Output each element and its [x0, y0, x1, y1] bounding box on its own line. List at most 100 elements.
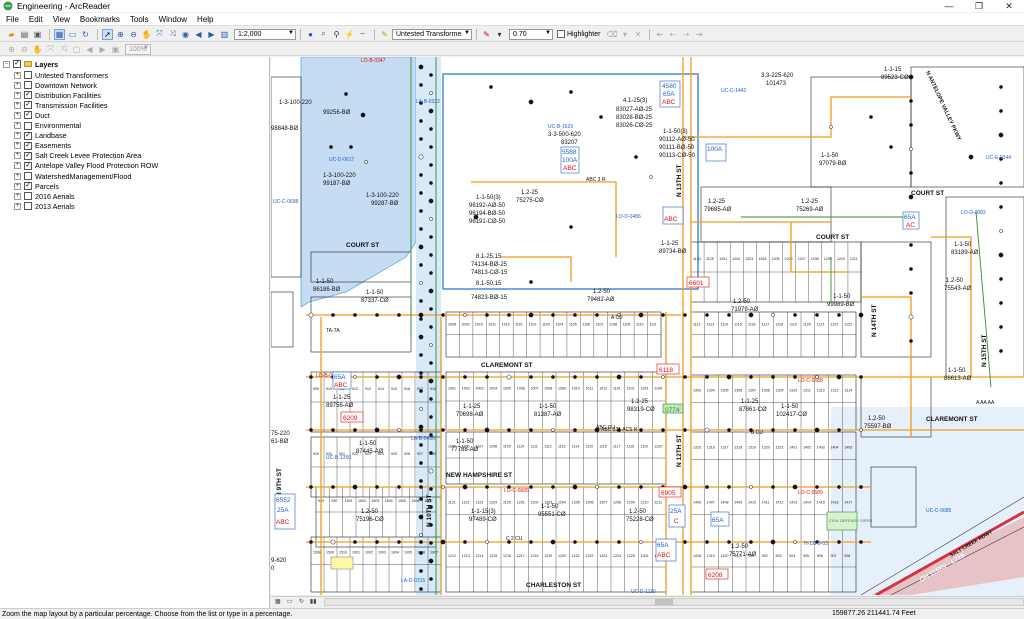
eraser-dropdown-icon[interactable]: ▾	[619, 29, 630, 40]
layout-zoom-in-icon[interactable]: ⊕	[6, 44, 17, 55]
expand-icon[interactable]: +	[14, 91, 21, 99]
toc-layer[interactable]: + ✓ Duct	[14, 110, 50, 120]
toc-layer[interactable]: + ✓ Landbase	[14, 131, 67, 141]
forward-extent-icon[interactable]: ▶	[206, 29, 217, 40]
minimize-button[interactable]: —	[934, 0, 964, 12]
print-icon[interactable]: ▤	[19, 29, 30, 40]
toc-layer[interactable]: + Downtown Network	[14, 80, 97, 90]
toc-layer[interactable]: + ✓ Antelope Valley Flood Protection ROW	[14, 161, 158, 171]
eraser-icon[interactable]: ⌫	[606, 29, 617, 40]
expand-icon[interactable]: +	[14, 172, 21, 180]
identify-icon[interactable]: ▥	[219, 29, 230, 40]
expand-icon[interactable]: +	[14, 81, 21, 89]
layer-checkbox[interactable]: ✓	[24, 182, 32, 191]
expand-icon[interactable]: +	[14, 192, 21, 200]
layer-checkbox[interactable]: ✓	[24, 141, 32, 150]
layout-view-tab-icon[interactable]: ▭	[285, 598, 295, 607]
layout-fixed-out-icon[interactable]: ⤨	[58, 44, 69, 55]
pen-color-icon[interactable]: ✎	[481, 29, 492, 40]
nav-last-icon[interactable]: ⇥	[693, 29, 704, 40]
nav-first-icon[interactable]: ⇤	[654, 29, 665, 40]
menu-edit[interactable]: Edit	[29, 15, 43, 24]
layer-checkbox[interactable]	[24, 71, 32, 79]
layer-checkbox[interactable]: ✓	[24, 131, 32, 140]
globe-icon[interactable]: ●	[305, 29, 316, 40]
data-view-icon[interactable]: ▦	[54, 28, 65, 40]
expand-icon[interactable]: +	[14, 132, 21, 140]
layout-view-icon[interactable]: ▭	[67, 29, 78, 40]
toc-layer[interactable]: + ✓ Distribution Facilities	[14, 90, 101, 100]
toc-layer[interactable]: + ✓ Easements	[14, 141, 71, 151]
layout-back-icon[interactable]: ◀	[84, 44, 95, 55]
layout-forward-icon[interactable]: ▶	[97, 44, 108, 55]
full-extent-icon[interactable]: ◉	[180, 29, 191, 40]
layers-checkbox[interactable]: ✓	[13, 60, 21, 68]
layer-checkbox[interactable]: ✓	[24, 101, 32, 110]
scroll-thumb[interactable]	[655, 599, 674, 605]
layer-checkbox[interactable]	[24, 192, 32, 201]
expand-icon[interactable]: +	[14, 71, 21, 79]
find-route-icon[interactable]: ⚲	[331, 29, 342, 40]
toc-layer[interactable]: + ✓ Transmission Facilities	[14, 100, 107, 110]
zoom-percent-combo[interactable]: 100% ▼	[125, 43, 151, 55]
expand-icon[interactable]: +	[14, 101, 21, 109]
layout-whole-page-icon[interactable]: ▢	[71, 44, 82, 55]
close-button[interactable]: ✕	[994, 0, 1024, 12]
expand-icon[interactable]: +	[14, 111, 21, 119]
pause-draw-icon[interactable]: ▮▮	[308, 598, 318, 607]
print-preview-icon[interactable]: ▣	[32, 29, 43, 40]
layout-100-icon[interactable]: ▣	[110, 44, 121, 55]
maximize-button[interactable]: ❐	[964, 0, 994, 12]
zoom-out-icon[interactable]: ⊖	[128, 29, 139, 40]
map-scale-combo[interactable]: 1:2,000 ▼	[234, 28, 296, 40]
highlighter-checkbox[interactable]	[557, 30, 565, 38]
layer-checkbox[interactable]: ✓	[24, 111, 32, 120]
layer-checkbox[interactable]	[24, 121, 32, 130]
zoom-in-icon[interactable]: ⊕	[115, 29, 126, 40]
expand-icon[interactable]: +	[14, 202, 21, 210]
toc-layer[interactable]: + ✓ Parcels	[14, 181, 59, 191]
layer-combo[interactable]: Untested Transforme ▼	[392, 28, 472, 40]
layout-zoom-out-icon[interactable]: ⊖	[19, 44, 30, 55]
menu-view[interactable]: View	[53, 15, 70, 24]
open-folder-icon[interactable]: ▰	[6, 29, 17, 40]
expand-icon[interactable]: +	[14, 182, 21, 190]
toc-layer[interactable]: + ✓ Salt Creek Levee Protection Area	[14, 151, 141, 161]
layer-checkbox[interactable]: ✓	[24, 91, 32, 100]
toc-layer[interactable]: +2013 Aerials	[14, 201, 75, 211]
nav-prev-icon[interactable]: ⇠	[667, 29, 678, 40]
measure-icon[interactable]: ⎯	[357, 29, 368, 40]
layer-checkbox[interactable]	[24, 81, 32, 90]
horizontal-scrollbar[interactable]	[324, 598, 1024, 606]
map-canvas[interactable]: 1001 1002 1003 1004 1005 1006 1007 1008 1009 1010…	[271, 57, 1024, 595]
menu-bookmarks[interactable]: Bookmarks	[80, 15, 120, 24]
toc-layer[interactable]: + WatershedManagement/Flood	[14, 171, 131, 181]
pushpin-icon[interactable]: ✕	[632, 29, 643, 40]
fixed-zoom-in-icon[interactable]: ⤧	[154, 29, 165, 40]
menu-window[interactable]: Window	[159, 15, 187, 24]
collapse-icon[interactable]: −	[3, 60, 10, 68]
back-extent-icon[interactable]: ◀	[193, 29, 204, 40]
refresh-icon[interactable]: ↻	[80, 29, 91, 40]
layer-pencil-icon[interactable]: ✎	[379, 29, 390, 40]
line-width-combo[interactable]: 0.70 ▼	[509, 28, 553, 40]
nav-next-icon[interactable]: ⇢	[680, 29, 691, 40]
menu-help[interactable]: Help	[197, 15, 213, 24]
select-pointer-icon[interactable]: ➚	[102, 28, 113, 40]
expand-icon[interactable]: +	[14, 162, 21, 170]
layout-pan-icon[interactable]: ✋	[32, 44, 43, 55]
hyperlink-icon[interactable]: ⚡	[344, 29, 355, 40]
pan-icon[interactable]: ✋	[141, 29, 152, 40]
fixed-zoom-out-icon[interactable]: ⤨	[167, 29, 178, 40]
expand-icon[interactable]: +	[14, 142, 21, 150]
toc-layer[interactable]: + Environmental	[14, 121, 81, 131]
expand-icon[interactable]: +	[14, 152, 21, 160]
layer-checkbox[interactable]	[24, 202, 32, 211]
layer-checkbox[interactable]	[24, 172, 32, 180]
find-icon[interactable]: ⌕	[318, 29, 329, 40]
toc-layer[interactable]: + Untested Transformers	[14, 70, 108, 80]
menu-file[interactable]: File	[6, 15, 19, 24]
menu-tools[interactable]: Tools	[130, 15, 149, 24]
map-view[interactable]: 1001 1002 1003 1004 1005 1006 1007 1008 1009 1010…	[271, 57, 1024, 595]
layout-fixed-in-icon[interactable]: ⤧	[45, 44, 56, 55]
